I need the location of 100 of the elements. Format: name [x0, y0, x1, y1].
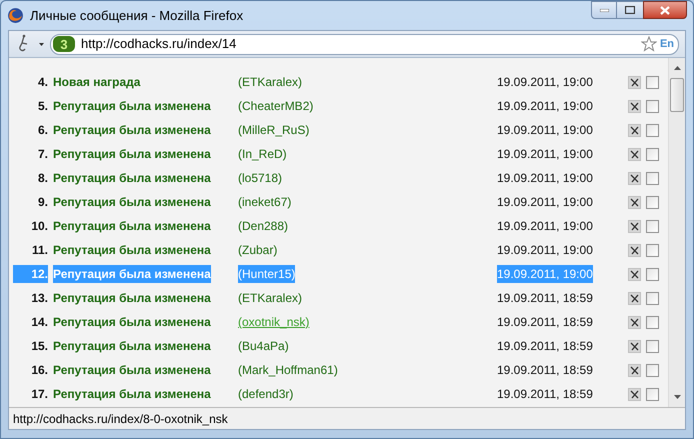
- checkbox[interactable]: [646, 76, 659, 88]
- close-icon: [660, 6, 670, 14]
- message-date: 19.09.2011, 19:00: [497, 170, 593, 187]
- author-link[interactable]: (Mark_Hoffman61): [238, 361, 338, 379]
- message-number: 14.: [30, 314, 48, 331]
- message-title-link[interactable]: Репутация была изменена: [53, 385, 211, 403]
- message-date: 19.09.2011, 18:59: [497, 314, 593, 331]
- cross-icon: [630, 222, 639, 230]
- address-field[interactable]: 3 http://codhacks.ru/index/14 En: [50, 34, 679, 54]
- delete-button[interactable]: [628, 268, 641, 280]
- scroll-down-arrow-icon[interactable]: [674, 395, 680, 399]
- checkbox[interactable]: [646, 196, 659, 208]
- author-link[interactable]: (In_ReD): [238, 145, 287, 163]
- message-date: 19.09.2011, 18:59: [497, 290, 593, 307]
- delete-button[interactable]: [628, 388, 641, 400]
- message-title-link[interactable]: Репутация была изменена: [53, 361, 211, 379]
- message-title-link[interactable]: Репутация была изменена: [53, 97, 211, 115]
- scroll-thumb[interactable]: [670, 78, 684, 112]
- site-logo-icon: 3: [53, 36, 75, 52]
- scroll-up-arrow-icon[interactable]: [674, 66, 680, 70]
- checkbox[interactable]: [646, 340, 659, 352]
- message-number: 12.: [13, 265, 48, 283]
- window-title: Личные сообщения - Mozilla Firefox: [30, 6, 244, 25]
- message-date: 19.09.2011, 19:00: [497, 146, 593, 163]
- message-title-link[interactable]: Репутация была изменена: [53, 289, 211, 307]
- language-indicator[interactable]: En: [660, 38, 674, 50]
- message-date: 19.09.2011, 19:00: [497, 122, 593, 139]
- delete-button[interactable]: [628, 196, 641, 208]
- message-title-link[interactable]: Репутация была изменена: [53, 169, 211, 187]
- delete-button[interactable]: [628, 364, 641, 376]
- author-link[interactable]: (Bu4aPa): [238, 337, 289, 355]
- delete-button[interactable]: [628, 292, 641, 304]
- author-link[interactable]: (Zubar): [238, 241, 278, 259]
- checkbox[interactable]: [646, 316, 659, 328]
- message-title-link[interactable]: Новая награда: [53, 73, 140, 91]
- message-title-link[interactable]: Репутация была изменена: [53, 145, 211, 163]
- checkbox[interactable]: [646, 268, 659, 280]
- delete-button[interactable]: [628, 340, 641, 352]
- minimize-button[interactable]: [591, 1, 617, 19]
- scrollbar[interactable]: [668, 58, 685, 407]
- status-text: http://codhacks.ru/index/8-0-oxotnik_nsk: [13, 410, 228, 428]
- message-number: 15.: [30, 338, 48, 355]
- message-title-link[interactable]: Репутация была изменена: [53, 121, 211, 139]
- author-link[interactable]: (defend3r): [238, 385, 294, 403]
- message-title-link[interactable]: Репутация была изменена: [53, 241, 211, 259]
- checkbox[interactable]: [646, 388, 659, 400]
- message-number: 8.: [36, 170, 48, 187]
- delete-button[interactable]: [628, 220, 641, 232]
- message-title-link[interactable]: Репутация была изменена: [53, 193, 211, 211]
- message-number: 11.: [30, 242, 48, 259]
- checkbox[interactable]: [646, 244, 659, 256]
- message-date: 19.09.2011, 19:00: [497, 242, 593, 259]
- maximize-button[interactable]: [617, 1, 643, 19]
- author-link[interactable]: (ETKaralex): [238, 73, 302, 91]
- cross-icon: [630, 102, 639, 110]
- checkbox[interactable]: [646, 100, 659, 112]
- delete-button[interactable]: [628, 76, 641, 88]
- cross-icon: [630, 174, 639, 182]
- checkbox[interactable]: [646, 220, 659, 232]
- close-button[interactable]: [643, 1, 687, 19]
- checkbox[interactable]: [646, 364, 659, 376]
- cross-icon: [630, 366, 639, 374]
- maximize-icon: [625, 6, 635, 14]
- author-link[interactable]: (CheaterMB2): [238, 97, 314, 115]
- author-link[interactable]: (MilleR_RuS): [238, 121, 310, 139]
- message-number: 5.: [36, 98, 48, 115]
- author-link[interactable]: (ineket67): [238, 193, 292, 211]
- checkbox[interactable]: [646, 172, 659, 184]
- delete-button[interactable]: [628, 316, 641, 328]
- cross-icon: [630, 294, 639, 302]
- star-icon[interactable]: [640, 36, 657, 52]
- cross-icon: [630, 390, 639, 398]
- message-number: 16.: [30, 362, 48, 379]
- checkbox[interactable]: [646, 148, 659, 160]
- cross-icon: [630, 318, 639, 326]
- message-number: 17.: [30, 386, 48, 403]
- delete-button[interactable]: [628, 148, 641, 160]
- author-link[interactable]: (lo5718): [238, 169, 282, 187]
- cross-icon: [630, 198, 639, 206]
- message-date: 19.09.2011, 19:00: [497, 218, 593, 235]
- author-link[interactable]: (oxotnik_nsk): [238, 313, 310, 331]
- message-date: 19.09.2011, 19:00: [497, 265, 593, 283]
- message-title-link[interactable]: Репутация была изменена: [53, 337, 211, 355]
- message-title-link[interactable]: Репутация была изменена: [53, 217, 211, 235]
- message-number: 9.: [36, 194, 48, 211]
- message-number: 4.: [36, 74, 48, 91]
- author-link[interactable]: (ETKaralex): [238, 289, 302, 307]
- delete-button[interactable]: [628, 244, 641, 256]
- message-date: 19.09.2011, 19:00: [497, 74, 593, 91]
- delete-button[interactable]: [628, 124, 641, 136]
- message-number: 6.: [36, 122, 48, 139]
- message-title-link[interactable]: Репутация была изменена: [53, 313, 211, 331]
- url-text: http://codhacks.ru/index/14: [81, 35, 236, 54]
- dropdown-caret-icon[interactable]: [39, 42, 44, 46]
- message-number: 10.: [30, 218, 48, 235]
- delete-button[interactable]: [628, 100, 641, 112]
- checkbox[interactable]: [646, 292, 659, 304]
- author-link[interactable]: (Den288): [238, 217, 288, 235]
- delete-button[interactable]: [628, 172, 641, 184]
- checkbox[interactable]: [646, 124, 659, 136]
